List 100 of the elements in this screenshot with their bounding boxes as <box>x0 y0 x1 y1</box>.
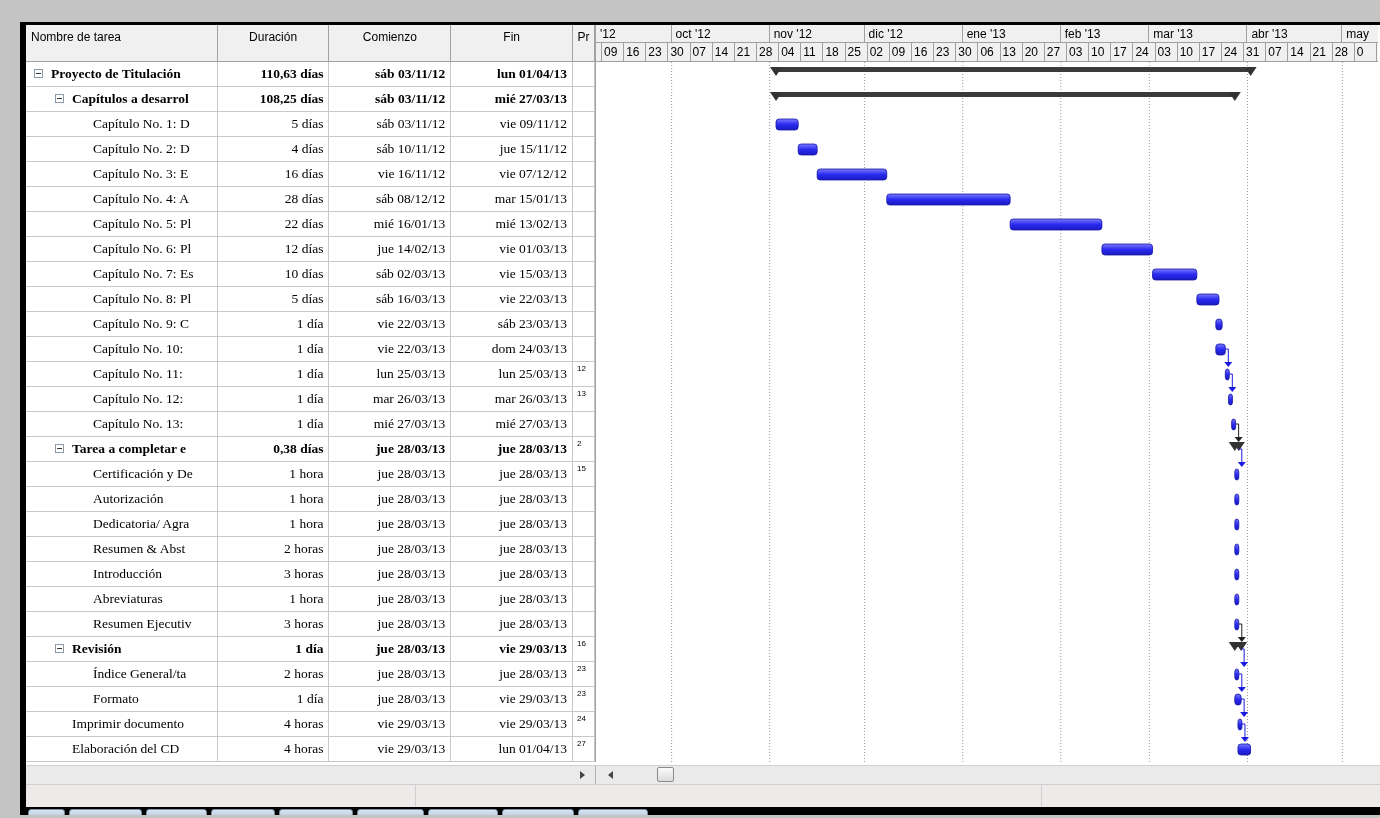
month-label: ene '13 <box>966 27 1006 41</box>
task-name: Certificación y De <box>93 466 193 482</box>
week-label: 03 <box>1157 45 1171 59</box>
predecessor-cell: 12 <box>573 362 595 387</box>
task-bar <box>797 143 818 156</box>
task-bar <box>1234 543 1240 556</box>
duration-text: 0,38 días <box>273 441 324 457</box>
finish-date: mié 13/02/13 <box>495 216 568 232</box>
task-name: Capítulo No. 4: A <box>93 191 189 207</box>
duration-text: 5 días <box>291 291 324 307</box>
predecessor-cell: 13 <box>573 387 595 412</box>
task-name: Capítulo No. 13: <box>93 416 184 432</box>
week-label: 24 <box>1135 45 1149 59</box>
predecessor-cell: 24 <box>573 712 595 737</box>
dependency-arrow <box>1237 673 1246 692</box>
week-label: 28 <box>1334 45 1348 59</box>
week-label: 13 <box>1002 45 1016 59</box>
task-name: Capítulo No. 6: Pl <box>93 241 192 257</box>
start-date: mar 26/03/13 <box>372 391 446 407</box>
task-name: Capítulo No. 5: Pl <box>93 216 192 232</box>
finish-date: jue 28/03/13 <box>499 541 568 557</box>
finish-date: dom 24/03/13 <box>491 341 568 357</box>
week-label: 27 <box>1046 45 1061 59</box>
dependency-arrow <box>1234 423 1243 442</box>
predecessor-cell: 27 <box>573 737 595 762</box>
finish-date: vie 29/03/13 <box>499 691 568 707</box>
duration-text: 1 día <box>296 341 324 357</box>
week-label: 11 <box>803 45 816 59</box>
week-label: 14 <box>1290 45 1304 59</box>
week-label: 09 <box>891 45 906 59</box>
start-date: sáb 02/03/13 <box>375 266 446 282</box>
finish-date: jue 28/03/13 <box>499 591 568 607</box>
month-label: feb '13 <box>1064 27 1101 41</box>
task-name: Capítulo No. 1: D <box>93 116 190 132</box>
scroll-left-icon[interactable] <box>608 770 613 779</box>
dependency-arrow <box>1240 698 1249 717</box>
duration-text: 28 días <box>284 191 324 207</box>
week-label: 31 <box>1246 45 1260 59</box>
duration-text: 12 días <box>284 241 324 257</box>
duration-text: 108,25 días <box>259 91 324 107</box>
collapse-toggle[interactable] <box>55 644 64 653</box>
start-date: jue 28/03/13 <box>375 641 446 657</box>
start-date: jue 28/03/13 <box>377 691 446 707</box>
predecessor-cell: 16 <box>573 637 595 662</box>
task-name: Dedicatoria/ Agra <box>93 516 190 532</box>
collapse-toggle[interactable] <box>55 94 64 103</box>
task-bar <box>1231 418 1237 431</box>
scrollbar-thumb[interactable] <box>657 767 674 783</box>
duration-text: 2 horas <box>284 666 324 682</box>
task-name: Imprimir documento <box>72 716 185 732</box>
summary-bar <box>1228 442 1245 451</box>
week-label: 07 <box>692 45 706 59</box>
week-label: 03 <box>1068 45 1083 59</box>
week-label: 18 <box>825 45 839 59</box>
task-bar <box>1234 493 1240 506</box>
finish-date: mié 27/03/13 <box>494 91 568 107</box>
task-bar <box>816 168 888 181</box>
start-date: vie 22/03/13 <box>377 316 446 332</box>
start-date: sáb 08/12/12 <box>375 191 446 207</box>
collapse-toggle[interactable] <box>55 444 64 453</box>
task-name: Elaboración del CD <box>72 741 180 757</box>
week-label: 16 <box>913 45 928 59</box>
duration-text: 110,63 días <box>260 66 324 82</box>
task-bar <box>1234 693 1242 706</box>
column-header: Fin <box>503 30 520 44</box>
task-name: Resumen & Abst <box>93 541 186 557</box>
duration-text: 3 horas <box>284 616 324 632</box>
predecessor-cell: 23 <box>573 687 595 712</box>
task-name: Índice General/ta <box>93 666 187 682</box>
task-name: Abreviaturas <box>93 591 163 607</box>
duration-text: 16 días <box>284 166 324 182</box>
week-label: 07 <box>1268 45 1282 59</box>
month-label: nov '12 <box>773 27 812 41</box>
collapse-toggle[interactable] <box>34 69 43 78</box>
week-label: 28 <box>759 45 773 59</box>
scroll-right-icon[interactable] <box>580 770 585 779</box>
summary-bar <box>1228 642 1248 651</box>
duration-text: 4 horas <box>284 741 324 757</box>
week-label: 30 <box>958 45 972 59</box>
task-name: Capítulo No. 3: E <box>93 166 189 182</box>
week-label: 17 <box>1201 45 1216 59</box>
duration-text: 10 días <box>284 266 324 282</box>
duration-text: 1 hora <box>289 591 324 607</box>
finish-date: jue 15/11/12 <box>499 141 568 157</box>
task-name: Tarea a completar e <box>72 441 187 457</box>
task-name: Resumen Ejecutiv <box>93 616 192 632</box>
predecessor-cell: 15 <box>573 462 595 487</box>
start-date: sáb 10/11/12 <box>376 141 446 157</box>
task-name: Capítulo No. 8: Pl <box>93 291 192 307</box>
start-date: vie 29/03/13 <box>377 716 446 732</box>
duration-text: 5 días <box>291 116 324 132</box>
task-name: Capítulo No. 12: <box>93 391 184 407</box>
week-label: 20 <box>1024 45 1039 59</box>
finish-date: vie 29/03/13 <box>499 716 568 732</box>
finish-date: jue 28/03/13 <box>499 466 568 482</box>
finish-date: mar 15/01/13 <box>494 191 568 207</box>
dependency-arrow <box>1237 623 1246 642</box>
dependency-arrow <box>1237 448 1246 467</box>
task-name: Capítulo No. 9: C <box>93 316 189 332</box>
week-label: 14 <box>714 45 729 59</box>
